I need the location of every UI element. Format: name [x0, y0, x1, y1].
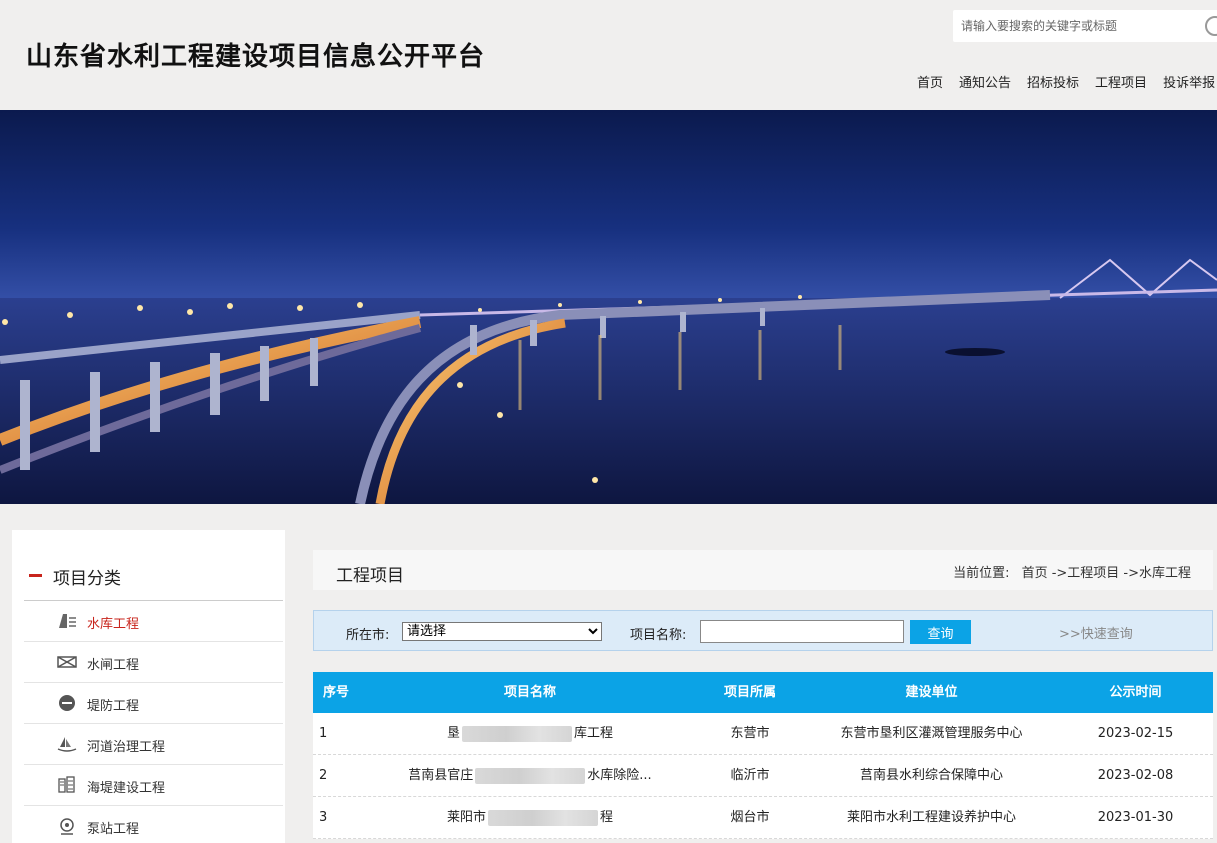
- dam-icon: [59, 614, 76, 628]
- city-select[interactable]: 请选择: [402, 622, 602, 641]
- row-no: 1: [319, 726, 328, 741]
- pump-icon: [60, 818, 74, 835]
- page-title: 工程项目: [336, 566, 404, 586]
- sidebar-item-pump[interactable]: 泵站工程: [24, 806, 283, 843]
- row-name[interactable]: 莒南县官庄 水库除险...: [365, 755, 695, 796]
- quick-search-link[interactable]: >>快速查询: [1059, 623, 1133, 642]
- sidebar-item-label: 海堤建设工程: [87, 781, 166, 796]
- row-unit: 莒南县水利综合保障中心: [859, 768, 1003, 783]
- sidebar-marker: [29, 574, 42, 577]
- row-name-end: 水库除险...: [587, 768, 652, 783]
- sidebar-item-levee[interactable]: 堤防工程: [24, 683, 283, 724]
- row-date: 2023-02-15: [1097, 726, 1174, 741]
- sidebar-item-label: 水闸工程: [87, 658, 140, 673]
- main-nav: 首页 通知公告 招标投标 工程项目 投诉举报: [917, 72, 1217, 91]
- sidebar-item-label: 泵站工程: [87, 822, 140, 837]
- row-city: 临沂市: [730, 768, 770, 783]
- site-header: 山东省水利工程建设项目信息公开平台 首页 通知公告 招标投标 工程项目 投诉举报: [0, 0, 1217, 110]
- sluice-icon: [57, 656, 77, 668]
- row-unit: 莱阳市水利工程建设养护中心: [846, 810, 1016, 825]
- row-date: 2023-01-30: [1097, 810, 1174, 825]
- col-header-no: 序号: [323, 685, 350, 700]
- sidebar-title: 项目分类: [53, 569, 121, 589]
- breadcrumb-prefix: 当前位置:: [953, 566, 1010, 581]
- sidebar-item-river[interactable]: 河道治理工程: [24, 724, 283, 765]
- row-no: 3: [319, 810, 328, 825]
- table-header: 序号 项目名称 项目所属 建设单位 公示时间: [313, 672, 1213, 713]
- redacted-block: [462, 725, 572, 742]
- content-title-bar: 工程项目 当前位置: 首页 ->工程项目 ->水库工程: [313, 550, 1213, 590]
- sidebar-header: 项目分类: [24, 564, 283, 601]
- row-unit: 东营市垦利区灌溉管理服务中心: [840, 726, 1023, 741]
- table-row[interactable]: 2 莒南县官庄 水库除险... 临沂市 莒南县水利综合保障中心 2023-02-0…: [313, 755, 1213, 797]
- project-table: 序号 项目名称 项目所属 建设单位 公示时间 1 垦 库工程 东营市 东营市垦利区…: [313, 672, 1213, 839]
- project-name-label: 项目名称:: [630, 628, 687, 643]
- row-name-start: 莱阳市: [446, 810, 486, 825]
- sidebar-item-seawall[interactable]: 海堤建设工程: [24, 765, 283, 806]
- redacted-block: [475, 767, 586, 784]
- nav-notices[interactable]: 通知公告: [959, 72, 1011, 91]
- sidebar-item-sluice[interactable]: 水闸工程: [24, 642, 283, 683]
- search-box: [953, 10, 1217, 42]
- breadcrumb-path[interactable]: 首页 ->工程项目 ->水库工程: [1022, 566, 1191, 581]
- col-header-date: 公示时间: [1109, 685, 1162, 700]
- row-no: 2: [319, 768, 328, 783]
- category-sidebar: 项目分类 水库工程 水闸工程 堤防工程 河道治理工程 海堤建设工程 泵站工程: [12, 530, 285, 843]
- sidebar-item-label: 河道治理工程: [87, 740, 166, 755]
- hero-banner-image: [0, 110, 1217, 504]
- nav-complaints[interactable]: 投诉举报: [1163, 72, 1215, 91]
- row-name-end: 程: [600, 810, 614, 825]
- row-name-end: 库工程: [574, 726, 614, 741]
- row-name[interactable]: 莱阳市 程: [365, 797, 695, 838]
- city-label: 所在市:: [346, 628, 390, 643]
- col-header-unit: 建设单位: [905, 685, 958, 700]
- nav-projects[interactable]: 工程项目: [1095, 72, 1147, 91]
- seawall-icon: [58, 776, 75, 793]
- row-name-start: 莒南县官庄: [408, 768, 474, 783]
- no-entry-icon: [59, 695, 75, 711]
- category-list: 水库工程 水闸工程 堤防工程 河道治理工程 海堤建设工程 泵站工程: [24, 601, 283, 843]
- row-name[interactable]: 垦 库工程: [365, 713, 695, 754]
- redacted-block: [488, 809, 598, 826]
- boat-icon: [57, 737, 77, 752]
- col-header-name: 项目名称: [503, 685, 556, 700]
- breadcrumb: 当前位置: 首页 ->工程项目 ->水库工程: [953, 562, 1191, 581]
- nav-bidding[interactable]: 招标投标: [1027, 72, 1079, 91]
- filter-bar: 所在市: 请选择 项目名称: 查询 >>快速查询: [313, 610, 1213, 651]
- sidebar-item-label: 堤防工程: [87, 699, 140, 714]
- search-input[interactable]: [961, 17, 1191, 35]
- col-header-city: 项目所属: [723, 685, 776, 700]
- table-row[interactable]: 1 垦 库工程 东营市 东营市垦利区灌溉管理服务中心 2023-02-15: [313, 713, 1213, 755]
- search-icon[interactable]: [1205, 16, 1217, 36]
- bridge-night-illustration: [0, 258, 1217, 504]
- sidebar-item-label: 水库工程: [87, 617, 140, 632]
- project-name-input[interactable]: [700, 620, 904, 643]
- row-name-start: 垦: [446, 726, 460, 741]
- site-title: 山东省水利工程建设项目信息公开平台: [26, 42, 486, 72]
- row-city: 烟台市: [730, 810, 770, 825]
- row-date: 2023-02-08: [1097, 768, 1174, 783]
- query-button[interactable]: 查询: [910, 620, 971, 644]
- row-city: 东营市: [730, 726, 770, 741]
- table-row[interactable]: 3 莱阳市 程 烟台市 莱阳市水利工程建设养护中心 2023-01-30: [313, 797, 1213, 839]
- nav-home[interactable]: 首页: [917, 72, 943, 91]
- sidebar-item-reservoir[interactable]: 水库工程: [24, 601, 283, 642]
